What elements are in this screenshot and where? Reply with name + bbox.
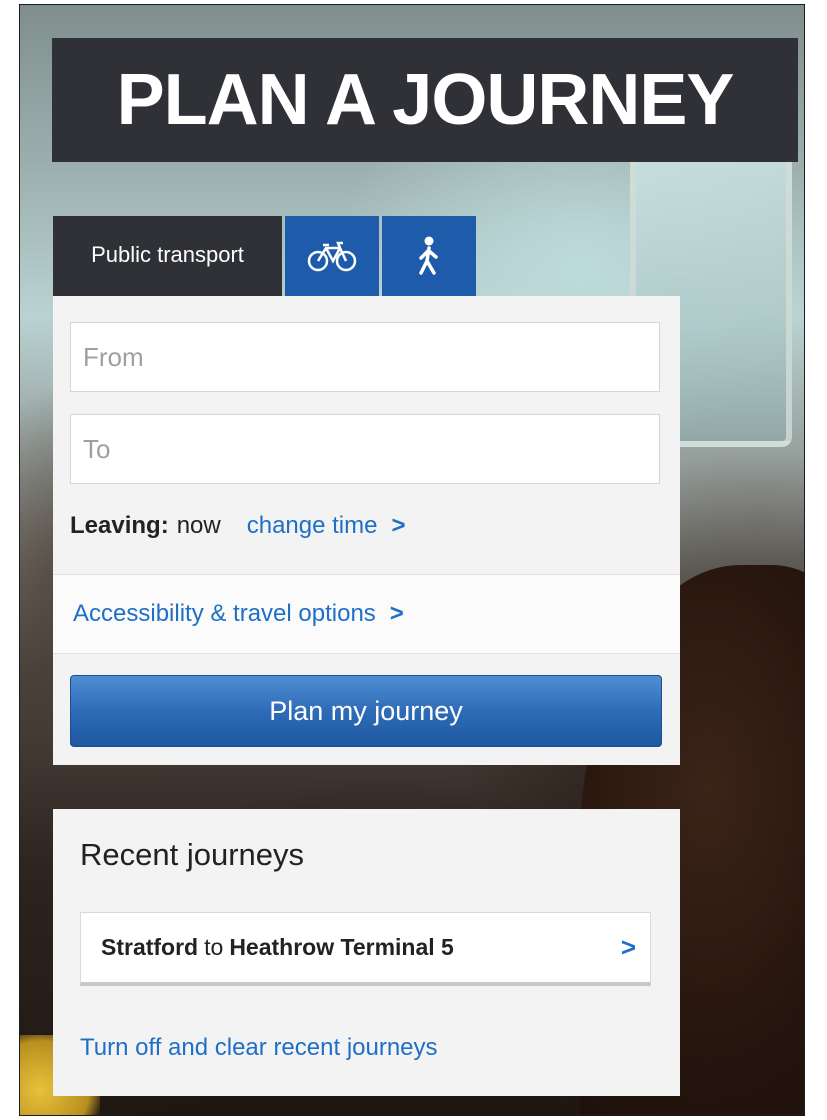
accessibility-options-label: Accessibility & travel options <box>73 600 376 627</box>
journey-planner-panel: Leaving: now change time > Accessibility… <box>53 296 680 765</box>
clear-recent-journeys-link[interactable]: Turn off and clear recent journeys <box>80 1034 438 1062</box>
tab-public-transport[interactable]: Public transport <box>53 216 282 314</box>
chevron-right-icon: > <box>391 512 406 539</box>
page-title: PLAN A JOURNEY <box>116 60 735 140</box>
recent-journeys-panel: Recent journeys Stratford to Heathrow Te… <box>53 809 680 1096</box>
screen-frame: PLAN A JOURNEY Public transport From To … <box>19 4 805 1116</box>
recent-journeys-heading: Recent journeys <box>80 837 305 872</box>
accessibility-options-link[interactable]: Accessibility & travel options > <box>53 574 680 654</box>
leaving-label: Leaving: <box>70 512 169 539</box>
plan-journey-button-label: Plan my journey <box>269 695 463 726</box>
tab-cycle[interactable] <box>285 216 379 296</box>
journey-destination: Heathrow Terminal 5 <box>229 934 454 960</box>
walking-person-icon <box>419 236 438 275</box>
bicycle-icon <box>307 241 357 272</box>
chevron-right-icon: > <box>389 600 404 627</box>
tab-public-transport-label: Public transport <box>91 242 244 267</box>
tab-walk[interactable] <box>382 216 476 296</box>
transport-mode-tabs: Public transport <box>53 216 476 314</box>
from-input[interactable] <box>70 322 660 392</box>
journey-connector: to <box>204 934 224 960</box>
plan-journey-button[interactable]: Plan my journey <box>70 675 662 747</box>
to-input[interactable] <box>70 414 660 484</box>
leaving-row: Leaving: now change time > <box>70 512 405 540</box>
change-time-label: change time <box>246 512 378 539</box>
recent-journey-item[interactable]: Stratford to Heathrow Terminal 5 > <box>80 912 651 986</box>
chevron-right-icon: > <box>620 932 636 962</box>
page-title-banner: PLAN A JOURNEY <box>52 38 798 162</box>
leaving-value: now <box>176 512 221 539</box>
journey-origin: Stratford <box>101 934 199 960</box>
change-time-link[interactable]: change time > <box>247 512 406 540</box>
